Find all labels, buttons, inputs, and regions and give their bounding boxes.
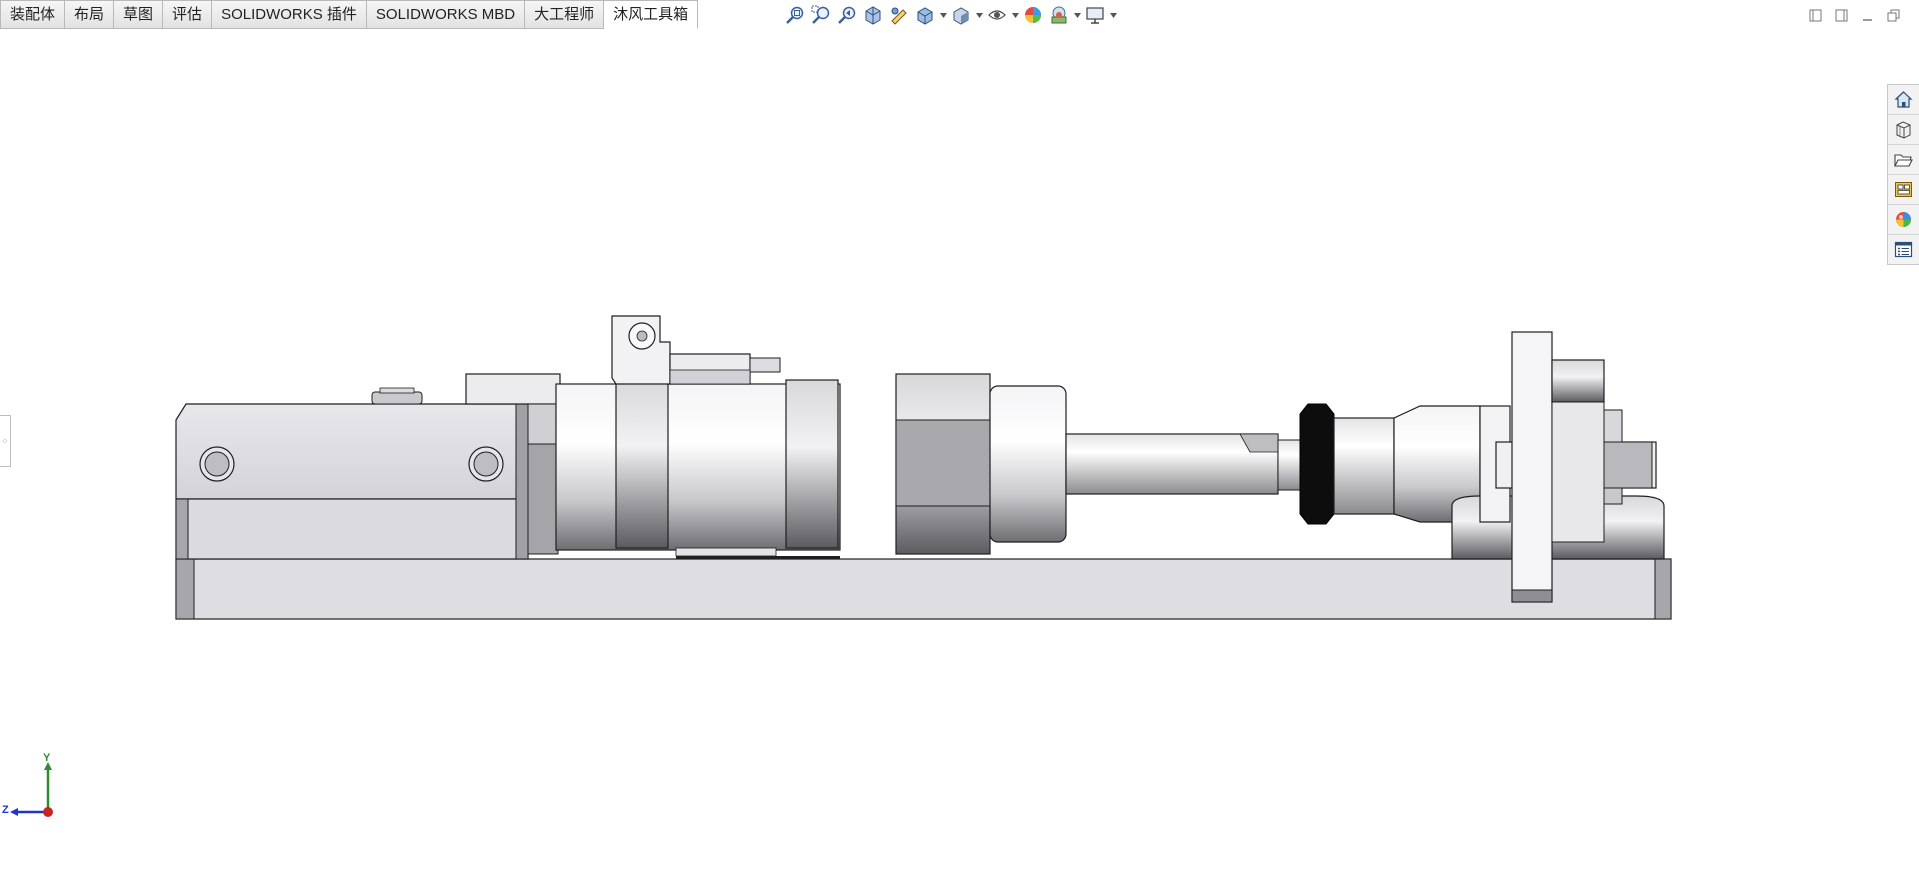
piston-rod — [1065, 433, 1301, 495]
base-plate — [175, 558, 1672, 620]
triad-axes-icon — [10, 762, 53, 817]
hex-nut — [1299, 403, 1335, 525]
triad-z-label: Z — [2, 804, 9, 816]
coordinate-triad: Y Z — [2, 752, 62, 818]
triad-y-label: Y — [43, 752, 51, 764]
cylinder-body — [555, 373, 1067, 559]
graphics-area[interactable] — [0, 0, 1919, 881]
top-clamp-bracket — [611, 315, 781, 385]
left-mounting-block — [175, 387, 529, 560]
